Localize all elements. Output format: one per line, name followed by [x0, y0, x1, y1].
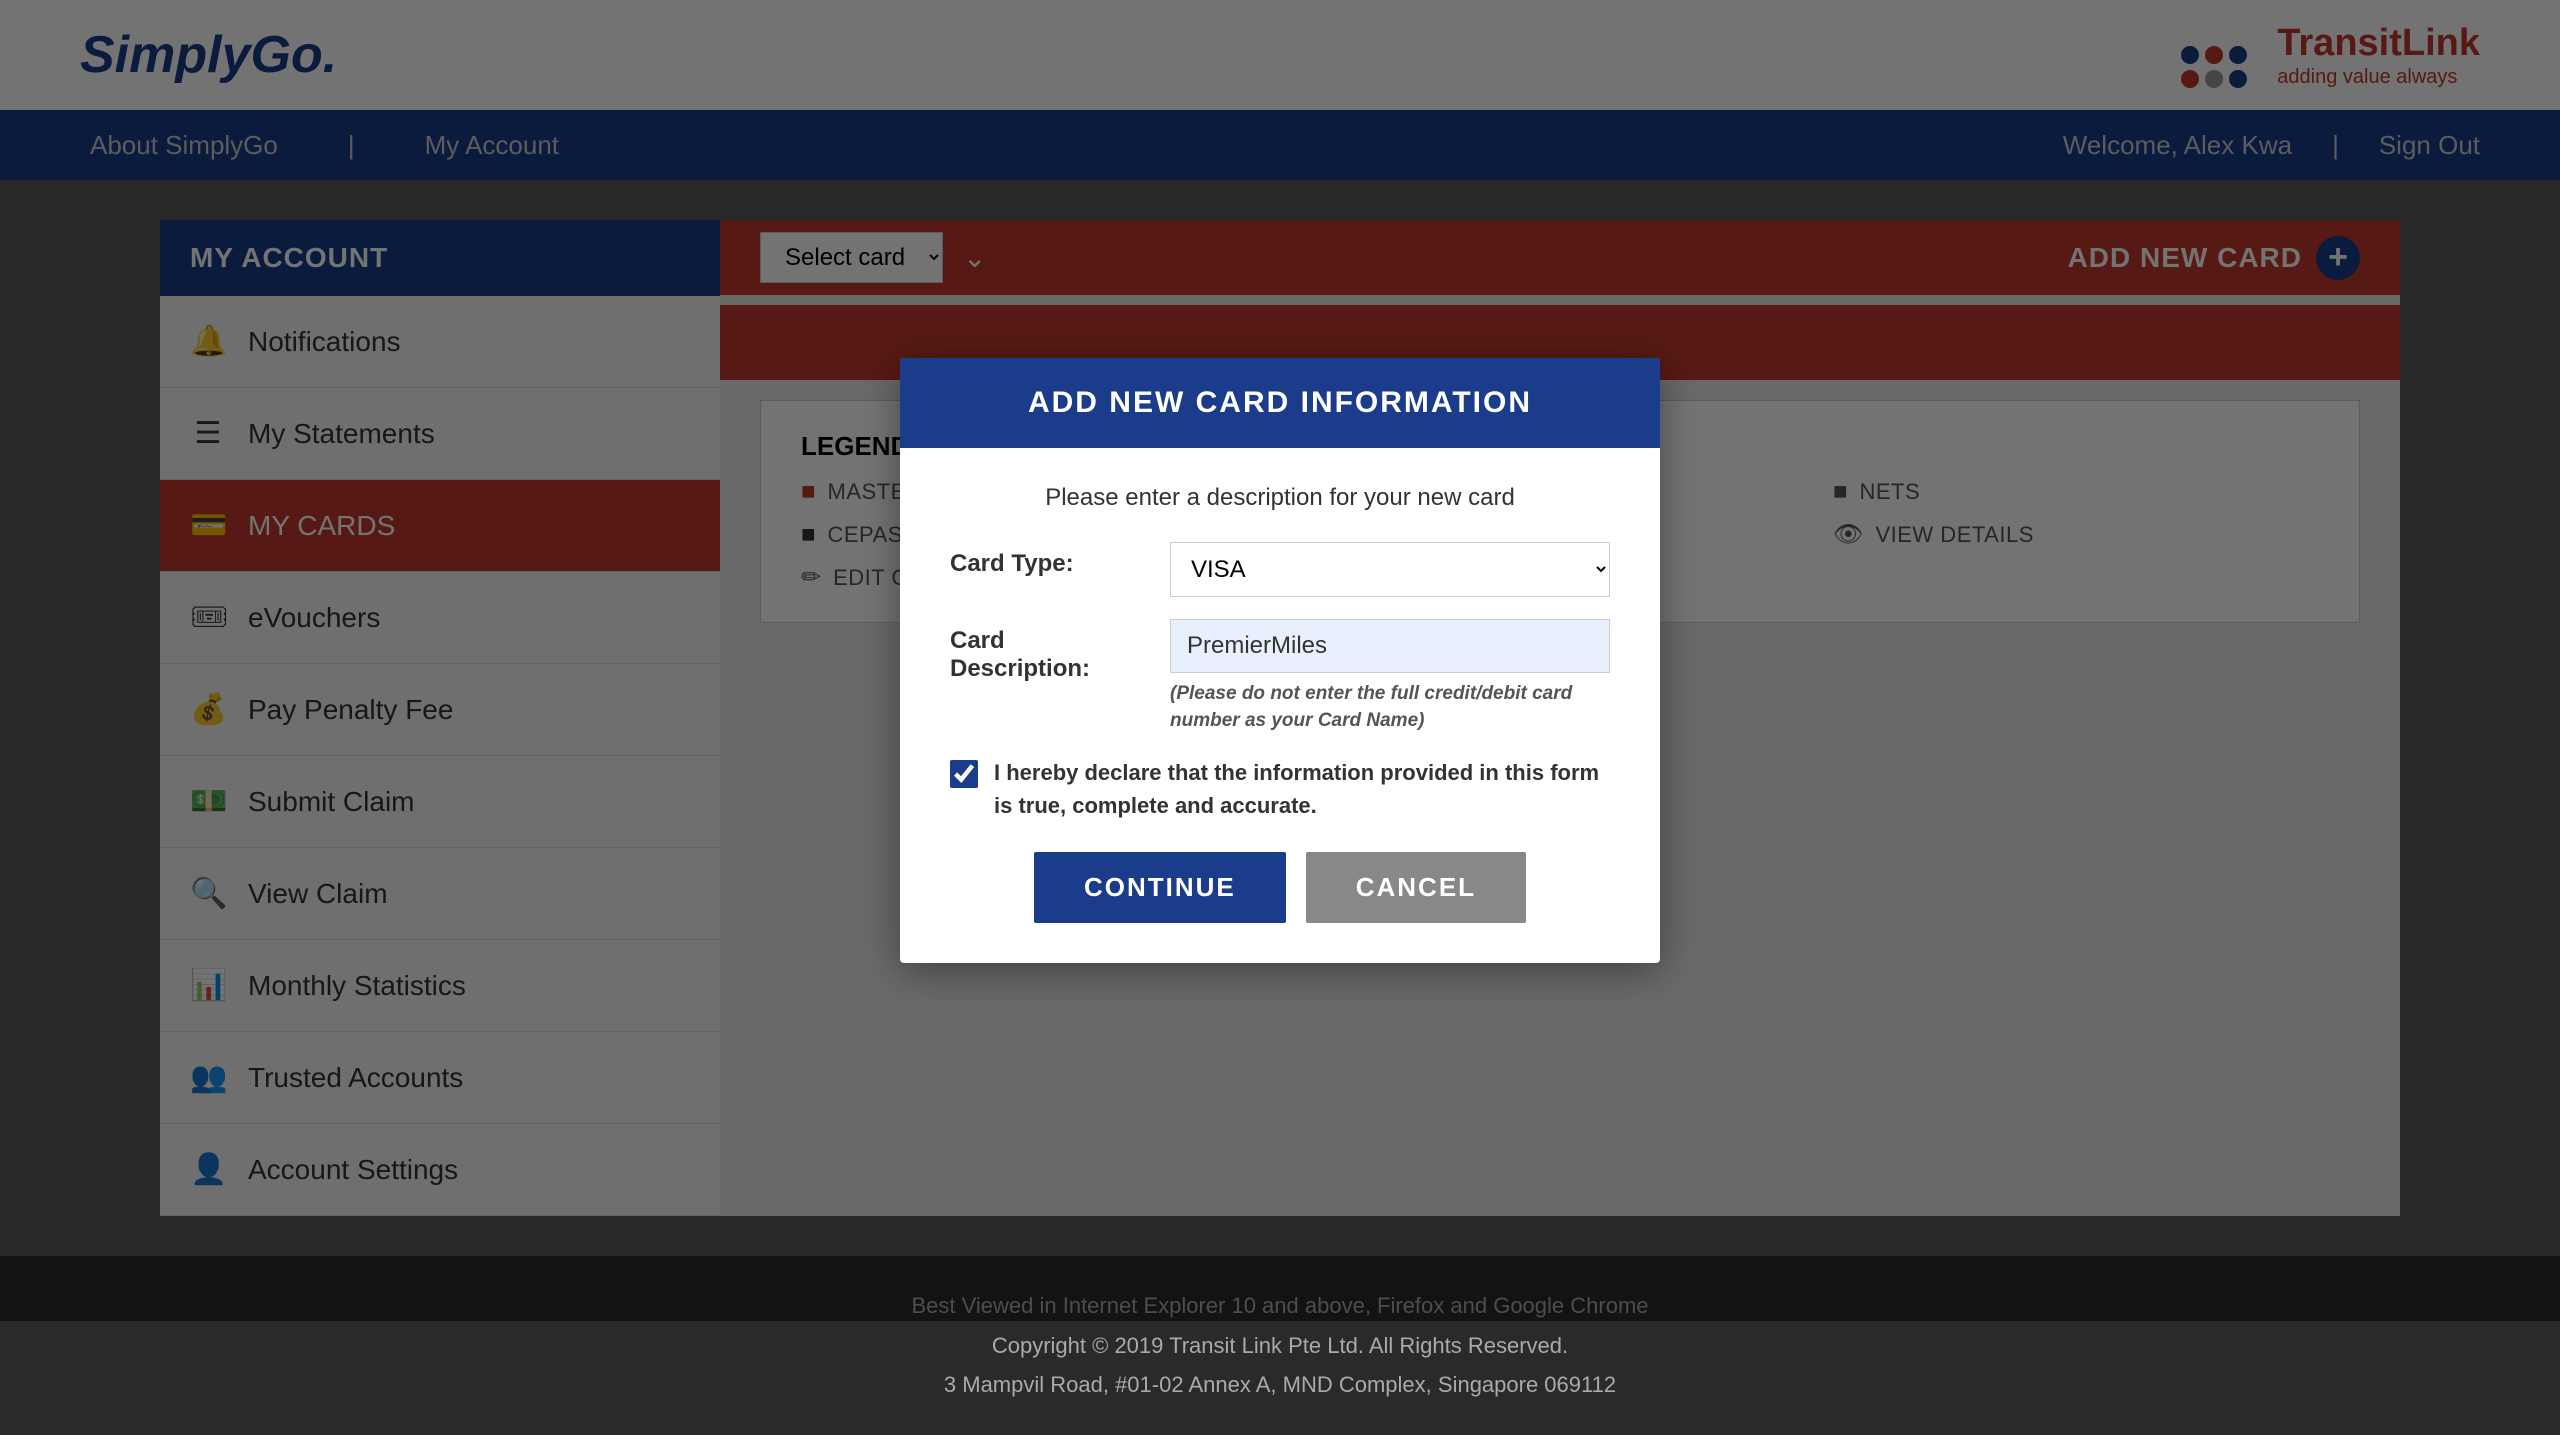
footer-line3: 3 Mampvil Road, #01-02 Annex A, MND Comp… — [30, 1365, 2530, 1405]
footer-line2: Copyright © 2019 Transit Link Pte Ltd. A… — [30, 1326, 2530, 1366]
declaration-text: I hereby declare that the information pr… — [994, 756, 1610, 822]
modal-buttons: CONTINUE CANCEL — [950, 852, 1610, 923]
card-description-input[interactable] — [1170, 619, 1610, 673]
card-description-input-wrap: (Please do not enter the full credit/deb… — [1170, 619, 1610, 734]
continue-button[interactable]: CONTINUE — [1034, 852, 1286, 923]
declaration-checkbox[interactable] — [950, 760, 978, 788]
card-description-label: Card Description: — [950, 619, 1150, 683]
card-type-select-wrap: VISA Mastercard NETS CEPAS — [1170, 542, 1610, 597]
modal-subtitle: Please enter a description for your new … — [950, 484, 1610, 512]
declaration-row: I hereby declare that the information pr… — [950, 756, 1610, 822]
card-type-select[interactable]: VISA Mastercard NETS CEPAS — [1170, 542, 1610, 597]
card-type-row: Card Type: VISA Mastercard NETS CEPAS — [950, 542, 1610, 597]
modal-body: Please enter a description for your new … — [900, 448, 1660, 963]
card-description-hint: (Please do not enter the full credit/deb… — [1170, 681, 1610, 734]
card-description-row: Card Description: (Please do not enter t… — [950, 619, 1610, 734]
cancel-button[interactable]: CANCEL — [1306, 852, 1526, 923]
modal-header: ADD NEW CARD INFORMATION — [900, 358, 1660, 448]
card-type-label: Card Type: — [950, 542, 1150, 578]
modal: ADD NEW CARD INFORMATION Please enter a … — [900, 358, 1660, 963]
modal-overlay[interactable]: ADD NEW CARD INFORMATION Please enter a … — [0, 0, 2560, 1321]
